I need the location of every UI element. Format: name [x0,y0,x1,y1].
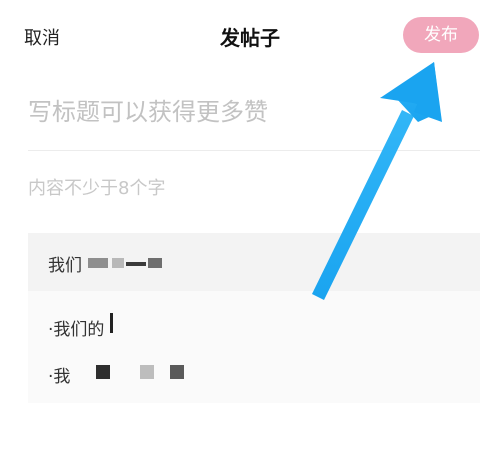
content-preview-box: 我们 ·我们的 ·我 [28,233,480,403]
preview-header: 我们 [28,233,480,291]
redacted-block [112,258,124,268]
top-bar: 取消 发帖子 发布 [0,0,500,70]
post-title-input[interactable]: 写标题可以获得更多赞 [28,92,468,127]
white-mask [480,233,500,403]
post-content-input[interactable]: 内容不少于8个字 [28,174,468,200]
redacted-block [140,365,154,379]
redacted-block [88,258,108,268]
preview-line: ·我 [48,367,71,387]
publish-button[interactable]: 发布 [403,17,479,53]
redacted-block [170,365,184,379]
redacted-block [96,365,110,379]
text-cursor [110,313,113,333]
preview-line: ·我们的 [48,320,105,340]
redacted-block [126,262,146,266]
preview-heading: 我们 [48,256,82,276]
redacted-block [148,258,162,268]
divider [28,150,480,151]
